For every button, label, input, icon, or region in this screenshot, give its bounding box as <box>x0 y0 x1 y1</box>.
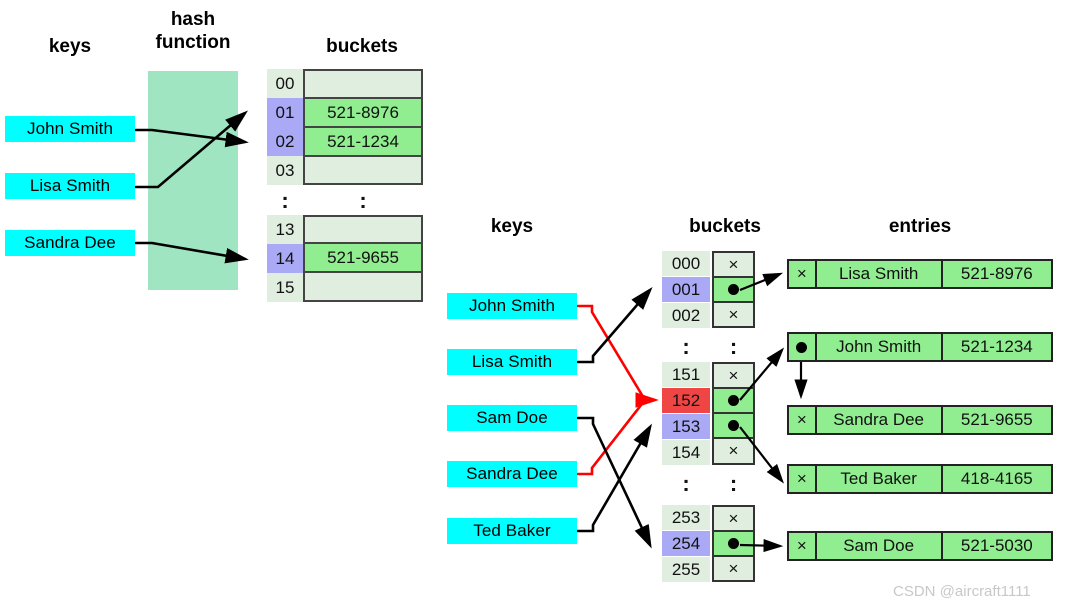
d1-bucket-index-02: 02 <box>267 127 303 156</box>
d1-bucket-value-03 <box>305 157 421 183</box>
entry-1-pointer <box>789 334 817 360</box>
d1-key-chip-2[interactable]: Sandra Dee <box>5 230 135 256</box>
d2-bucket-pointers-group1: × × <box>712 251 755 328</box>
d1-bucket-index-01: 01 <box>267 98 303 127</box>
d1-bucket-value-14: 521-9655 <box>305 244 421 273</box>
entry-row-1: John Smith 521-1234 <box>787 332 1053 362</box>
d2-bucket-pointers-group2: × × <box>712 362 755 465</box>
d2-bucket-index-253: 253 <box>662 505 710 530</box>
d2-index-ellipsis-1: : <box>682 334 690 359</box>
entry-2-phone: 521-9655 <box>960 410 1033 429</box>
pointer-dot-icon <box>796 341 808 353</box>
entry-4-name: Sam Doe <box>817 533 943 559</box>
entry-0-name: Lisa Smith <box>817 261 943 287</box>
entry-row-3: × Ted Baker 418-4165 <box>787 464 1053 494</box>
entry-1-phone: 521-1234 <box>960 337 1033 356</box>
d2-bucket-index-000: 000 <box>662 251 710 276</box>
d2-bucket-index-001: 001 <box>662 277 710 302</box>
d2-bucket-pointers-group3: × × <box>712 505 755 582</box>
entry-row-2: × Sandra Dee 521-9655 <box>787 405 1053 435</box>
d2-bucket-ptr-002: × <box>714 303 753 326</box>
d2-bucket-ptr-154: × <box>714 439 753 462</box>
d1-bucket-value-15 <box>305 273 421 298</box>
d2-key-chip-2[interactable]: Sam Doe <box>447 405 577 431</box>
d2-link-ted-baker <box>577 423 652 533</box>
d2-key-chip-3[interactable]: Sandra Dee <box>447 461 577 487</box>
pointer-dot-icon <box>728 284 739 295</box>
pointer-dot-icon <box>728 420 739 431</box>
d2-link-john-smith <box>577 304 647 401</box>
d2-bucket-ptr-001 <box>714 278 753 303</box>
d2-bucket-ptr-255: × <box>714 557 753 580</box>
d2-bucket-ptr-000: × <box>714 253 753 278</box>
d1-bucket-index-15: 15 <box>267 273 303 302</box>
d2-key-chip-0[interactable]: John Smith <box>447 293 577 319</box>
d2-bucket-index-151: 151 <box>662 362 710 387</box>
d2-bucket-index-254: 254 <box>662 531 710 556</box>
d1-key-chip-1[interactable]: Lisa Smith <box>5 173 135 199</box>
d1-bucket-value-00 <box>305 71 421 99</box>
entry-0-pointer: × <box>789 261 817 287</box>
d2-bucket-ptr-253: × <box>714 507 753 532</box>
diagram1-hash-function-heading: hash function <box>155 9 231 53</box>
entry-4-phone: 521-5030 <box>960 536 1033 555</box>
d2-pointer-ellipsis-1: : <box>729 334 738 359</box>
hash-function-panel <box>148 71 238 290</box>
d2-bucket-index-152: 152 <box>662 388 710 413</box>
d1-key-chip-0[interactable]: John Smith <box>5 116 135 142</box>
d2-bucket-ptr-151: × <box>714 364 753 389</box>
d2-key-chip-4[interactable]: Ted Baker <box>447 518 577 544</box>
d2-link-sam-doe <box>577 416 652 549</box>
d2-key-chip-1[interactable]: Lisa Smith <box>447 349 577 375</box>
d1-bucket-value-13 <box>305 217 421 244</box>
entry-2-name: Sandra Dee <box>817 407 943 433</box>
diagram2-buckets-heading: buckets <box>689 216 761 237</box>
d1-bucket-values-bottom: 521-9655 <box>303 215 423 302</box>
d2-pointer-ellipsis-2: : <box>729 471 738 496</box>
d2-bucket-index-153: 153 <box>662 414 710 439</box>
hash-table-diagram: keys hash function buckets John Smith Li… <box>0 0 1073 608</box>
d1-index-ellipsis: : <box>281 188 289 213</box>
watermark: CSDN @aircraft1111 <box>893 583 1031 600</box>
d1-value-ellipsis: : <box>359 188 367 213</box>
d2-link-lisa-smith <box>577 287 653 364</box>
entry-1-name: John Smith <box>817 334 943 360</box>
diagram2-entries-heading: entries <box>888 216 952 237</box>
d1-bucket-index-00: 00 <box>267 69 303 98</box>
d2-link-sandra-dee <box>577 399 647 476</box>
d1-bucket-values-top: 521-8976 521-1234 <box>303 69 423 185</box>
entry-3-name: Ted Baker <box>817 466 943 492</box>
d2-bucket-index-154: 154 <box>662 440 710 465</box>
d1-bucket-index-03: 03 <box>267 156 303 185</box>
d2-bucket-ptr-152 <box>714 389 753 414</box>
pointer-dot-icon <box>728 395 739 406</box>
d2-bucket-index-002: 002 <box>662 303 710 328</box>
d1-bucket-value-01: 521-8976 <box>305 99 421 128</box>
entry-0-phone: 521-8976 <box>960 264 1033 283</box>
diagram1-buckets-heading: buckets <box>326 36 398 57</box>
diagram2-keys-heading: keys <box>490 216 534 237</box>
d2-index-ellipsis-2: : <box>682 471 690 496</box>
d2-bucket-ptr-153 <box>714 414 753 439</box>
d1-bucket-value-02: 521-1234 <box>305 128 421 157</box>
entry-row-0: × Lisa Smith 521-8976 <box>787 259 1053 289</box>
entry-row-4: × Sam Doe 521-5030 <box>787 531 1053 561</box>
d1-bucket-index-13: 13 <box>267 215 303 244</box>
entry-3-phone: 418-4165 <box>960 469 1033 488</box>
diagram1-keys-heading: keys <box>48 36 92 57</box>
entry-2-pointer: × <box>789 407 817 433</box>
entry-4-pointer: × <box>789 533 817 559</box>
entry-3-pointer: × <box>789 466 817 492</box>
pointer-dot-icon <box>728 538 739 549</box>
d2-bucket-index-255: 255 <box>662 557 710 582</box>
d1-bucket-index-14: 14 <box>267 244 303 273</box>
d2-bucket-ptr-254 <box>714 532 753 557</box>
